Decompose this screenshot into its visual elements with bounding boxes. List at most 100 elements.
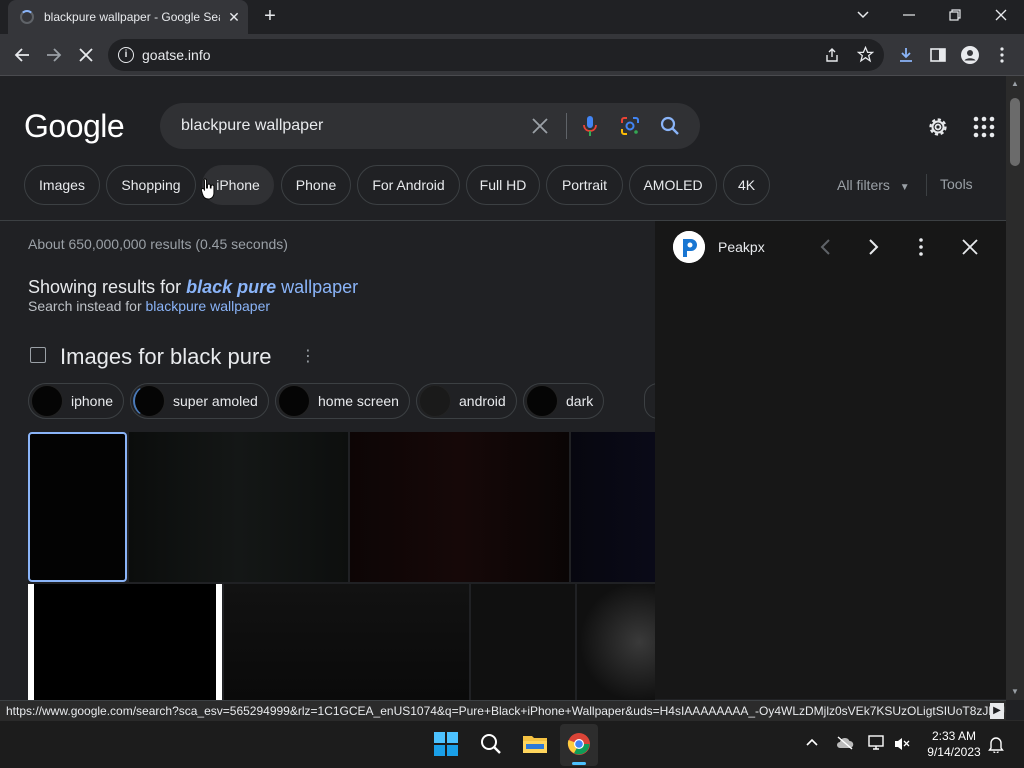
volume-muted-icon[interactable] [894, 736, 910, 752]
minimize-button[interactable] [886, 0, 932, 30]
side-panel-button[interactable] [924, 41, 952, 69]
chip-for-android[interactable]: For Android [357, 165, 460, 205]
chip-thumbnail [31, 385, 63, 417]
network-icon[interactable] [868, 735, 886, 751]
close-icon[interactable] [962, 239, 978, 255]
onedrive-cloud-icon[interactable] [836, 736, 854, 750]
chip-shopping[interactable]: Shopping [106, 165, 196, 205]
image-result[interactable] [471, 584, 575, 700]
forward-button[interactable] [40, 41, 68, 69]
all-filters-button[interactable]: All filters ▼ [837, 177, 910, 193]
downloads-button[interactable] [892, 41, 920, 69]
more-vert-icon [1000, 47, 1004, 63]
image-icon [30, 347, 46, 363]
image-result-selected[interactable] [28, 432, 127, 582]
back-button[interactable] [8, 41, 36, 69]
search-divider [566, 113, 567, 139]
image-result[interactable] [350, 432, 569, 582]
more-vert-icon[interactable]: ⋮ [300, 348, 316, 366]
chip-4k[interactable]: 4K [723, 165, 770, 205]
close-window-button[interactable] [978, 0, 1024, 30]
clock-date: 9/14/2023 [927, 745, 981, 759]
chip-full-hd[interactable]: Full HD [466, 165, 540, 205]
settings-gear-icon[interactable] [926, 115, 950, 139]
chip-amoled[interactable]: AMOLED [629, 165, 717, 205]
corrected-query-link[interactable]: black pure wallpaper [186, 277, 358, 297]
restore-icon [949, 9, 961, 21]
google-lens-icon[interactable] [620, 116, 640, 136]
minimize-icon [903, 14, 915, 16]
google-apps-icon[interactable] [972, 115, 996, 139]
clock-time: 2:33 AM [931, 729, 977, 743]
image-result[interactable] [28, 584, 222, 700]
restore-button[interactable] [932, 0, 978, 30]
chip-label: super amoled [173, 393, 258, 409]
chip-thumbnail [133, 385, 165, 417]
arrow-left-icon [14, 48, 29, 62]
file-explorer-icon[interactable] [522, 733, 548, 755]
browser-tab[interactable]: blackpure wallpaper - Google Search ✕ [8, 0, 248, 34]
search-icon[interactable] [660, 116, 680, 136]
related-chip-super-amoled[interactable]: super amoled [130, 383, 269, 419]
tab-close-icon[interactable]: ✕ [226, 9, 242, 25]
instead-prefix: Search instead for [28, 298, 146, 314]
tab-title: blackpure wallpaper - Google Search [44, 10, 220, 24]
result-stats: About 650,000,000 results (0.45 seconds) [28, 236, 288, 252]
related-chip-home-screen[interactable]: home screen [275, 383, 410, 419]
profile-button[interactable] [956, 41, 984, 69]
address-bar[interactable]: i goatse.info [108, 39, 884, 71]
scroll-up-arrow-icon[interactable]: ▲ [1010, 80, 1020, 88]
peakpx-logo-icon[interactable] [673, 231, 705, 263]
related-chip-dark[interactable]: dark [523, 383, 604, 419]
taskbar-clock[interactable]: 2:33 AM 9/14/2023 [922, 728, 986, 760]
taskbar-search-icon[interactable] [480, 733, 502, 755]
chevron-left-icon[interactable] [819, 239, 831, 255]
corrected-query-rest: wallpaper [276, 277, 359, 297]
tab-search-button[interactable] [840, 0, 886, 30]
link-status-bubble: https://www.google.com/search?sca_esv=56… [0, 700, 1006, 720]
tools-button[interactable]: Tools [940, 176, 973, 192]
chip-phone[interactable]: Phone [281, 165, 351, 205]
images-section-heading[interactable]: Images for black pure [60, 344, 272, 370]
notification-bell-icon[interactable] [988, 735, 1004, 753]
share-icon[interactable] [824, 47, 840, 63]
chevron-right-icon[interactable] [868, 239, 880, 255]
image-result[interactable] [224, 584, 469, 700]
more-vert-icon[interactable] [919, 238, 923, 256]
chrome-menu-button[interactable] [988, 41, 1016, 69]
image-result[interactable] [571, 432, 655, 582]
page-scrollbar[interactable] [1006, 76, 1024, 700]
image-result[interactable] [129, 432, 348, 582]
bookmark-star-icon[interactable] [857, 46, 874, 63]
related-chip-android[interactable]: android [416, 383, 517, 419]
chip-portrait[interactable]: Portrait [546, 165, 623, 205]
chip-thumbnail [526, 385, 558, 417]
scrollbar-thumb[interactable] [1010, 98, 1020, 166]
clear-search-icon[interactable] [531, 117, 549, 135]
all-filters-label: All filters [837, 177, 890, 193]
search-box[interactable]: blackpure wallpaper [160, 103, 700, 149]
scroll-down-arrow-icon[interactable]: ▼ [1010, 688, 1020, 696]
stop-loading-button[interactable] [72, 41, 100, 69]
source-site-name[interactable]: Peakpx [718, 239, 765, 255]
site-info-icon[interactable]: i [118, 47, 134, 63]
chip-images[interactable]: Images [24, 165, 100, 205]
google-logo[interactable]: Google [24, 108, 125, 145]
search-input[interactable]: blackpure wallpaper [181, 117, 323, 135]
original-query-link[interactable]: blackpure wallpaper [146, 298, 271, 314]
chevron-up-icon[interactable] [806, 738, 818, 746]
image-preview-panel [655, 221, 1006, 699]
microphone-icon[interactable] [583, 115, 597, 137]
related-chip-iphone[interactable]: iphone [28, 383, 124, 419]
address-url: goatse.info [142, 47, 211, 63]
chip-label: android [459, 393, 506, 409]
hand-cursor-icon [201, 178, 215, 200]
image-result[interactable] [577, 584, 655, 700]
windows-start-icon[interactable] [434, 732, 458, 756]
chip-label: iphone [71, 393, 114, 409]
chip-label: home screen [318, 393, 399, 409]
loading-spinner-icon [20, 10, 34, 24]
new-tab-button[interactable]: + [258, 6, 282, 28]
dropdown-arrow-icon: ▼ [899, 182, 910, 193]
taskbar-chrome-button[interactable] [560, 724, 598, 766]
